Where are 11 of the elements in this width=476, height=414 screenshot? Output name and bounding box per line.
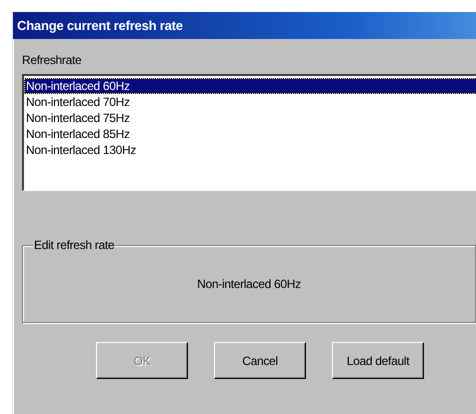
dialog-button[interactable]: Load default xyxy=(332,342,424,379)
current-rate-text: Non-interlaced 60Hz xyxy=(197,277,301,291)
list-item[interactable]: Non-interlaced 75Hz xyxy=(24,110,130,126)
list-label: Refreshrate xyxy=(22,53,82,69)
list-item[interactable]: Non-interlaced 70Hz xyxy=(24,94,130,110)
list-item[interactable]: Non-interlaced 130Hz xyxy=(24,142,136,158)
window-title: Change current refresh rate xyxy=(17,18,183,33)
list-item[interactable]: Non-interlaced 60Hz xyxy=(24,78,476,94)
group-title: Edit refresh rate xyxy=(33,238,116,252)
dialog-button[interactable]: Cancel xyxy=(214,342,306,379)
list-item[interactable]: Non-interlaced 85Hz xyxy=(24,126,130,142)
